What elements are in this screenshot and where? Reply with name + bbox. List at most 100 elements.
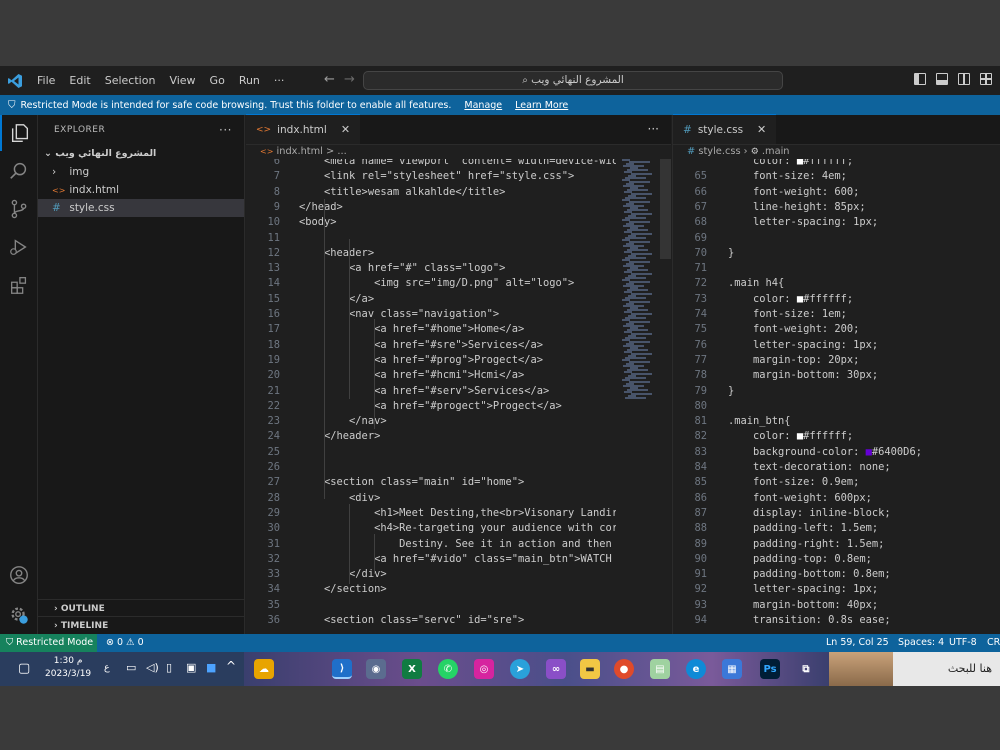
color-swatch[interactable]: ■ [797,293,803,305]
line-number: 86 [694,491,707,504]
shield-icon: ⛉ [6,637,14,648]
breadcrumb: <> indx.html > ... [246,145,671,159]
task-view-icon[interactable]: ⧉ [796,659,816,679]
menu-view[interactable]: View [162,66,202,95]
folder-root[interactable]: ⌄ المشروع النهائي ويب [38,145,244,163]
restricted-mode-status[interactable]: ⛉ Restricted Mode [0,634,97,652]
problems-status[interactable]: ⊗ 0 ⚠ 0 [106,634,144,652]
chevron-right-icon: › [743,146,748,157]
photoshop-icon[interactable]: Ps [760,659,780,679]
network-icon[interactable]: ▭ [126,661,136,674]
whatsapp-icon[interactable]: ✆ [438,659,458,679]
ms-store-icon[interactable]: ▦ [722,659,742,679]
eol-status[interactable]: CR [987,634,1000,652]
tab-indx-html[interactable]: <> indx.html ✕ [246,114,361,145]
tree-item-img[interactable]: › img [38,163,244,181]
taskbar-search-box[interactable]: هنا للبحث [829,652,1000,686]
cursor-position[interactable]: Ln 59, Col 25 [826,634,889,652]
editor-more-button[interactable]: ··· [648,115,659,143]
close-icon[interactable]: ✕ [757,115,766,145]
learn-more-link[interactable]: Learn More [515,100,568,111]
line-number: 79 [694,384,707,397]
chevron-right-icon: › [54,604,58,614]
widgets-icon[interactable]: ▣ [186,661,196,674]
clock[interactable]: 1:30 م 2023/3/19 [45,655,91,681]
color-swatch[interactable]: ■ [866,446,872,458]
breadcrumb-file[interactable]: indx.html [277,146,323,157]
search-text: المشروع النهائي ويب [531,74,624,86]
vscode-app-icon[interactable]: ⟩ [332,659,352,679]
scrollbar[interactable] [660,159,671,259]
code-line: letter-spacing: 1px; [728,583,879,596]
timeline-section[interactable]: › TIMELINE [38,616,245,634]
accounts-icon[interactable] [0,557,38,593]
html-file-icon: <> [52,186,66,195]
language-indicator[interactable]: ع [104,662,110,673]
encoding-status[interactable]: UTF-8 [949,634,977,652]
code-area[interactable]: color: ■#ffffff; 65 font-size: 4em; 66 fon… [673,159,1000,634]
source-control-icon[interactable] [0,191,38,227]
search-activity-icon[interactable] [0,153,38,189]
indent-guide [374,319,375,429]
code-line: </a> [299,292,375,305]
manage-gear-icon[interactable] [0,597,38,633]
code-line: letter-spacing: 1px; [728,338,879,351]
breadcrumb-symbol[interactable]: .main [762,146,790,157]
file-explorer-icon[interactable]: ▬ [580,659,600,679]
tree-item-style-css[interactable]: # style.css [38,199,244,217]
line-number: 85 [694,476,707,489]
extensions-icon[interactable] [0,267,38,303]
color-swatch[interactable]: ■ [797,430,803,442]
code-line: <a href="#progect">Progect</a> [299,399,562,412]
toggle-secondary-sidebar-icon[interactable] [958,73,970,85]
line-number: 34 [267,583,280,596]
breadcrumb-file[interactable]: style.css [698,146,740,157]
excel-icon[interactable]: X [402,659,422,679]
close-icon[interactable]: ✕ [341,115,350,145]
chrome-icon[interactable]: ● [614,659,634,679]
outline-section[interactable]: › OUTLINE [38,599,245,617]
volume-icon[interactable]: ◁) [146,661,159,674]
notes-icon[interactable]: ▤ [650,659,670,679]
command-center-search[interactable]: ⌕ المشروع النهائي ويب [363,71,783,90]
forward-arrow-icon[interactable]: → [338,72,361,87]
chat-icon[interactable]: ▢ [18,661,30,676]
color-swatch[interactable]: ■ [797,159,803,167]
game-app-icon[interactable]: ◉ [366,659,386,679]
menu-selection[interactable]: Selection [98,66,163,95]
code-line: <img src="img/D.png" alt="logo"> [299,277,575,290]
customize-layout-icon[interactable] [980,73,992,85]
minimap[interactable] [618,159,662,409]
menu-run[interactable]: Run [232,66,267,95]
run-debug-icon[interactable] [0,229,38,265]
visual-studio-icon[interactable]: ∞ [546,659,566,679]
line-number: 25 [267,445,280,458]
menu-more[interactable]: ··· [267,66,292,95]
telegram-icon[interactable]: ➤ [510,659,530,679]
battery-icon[interactable]: ▯ [166,661,172,674]
tab-style-css[interactable]: # style.css ✕ [673,114,777,145]
code-area[interactable]: 6 <meta name="viewport" content="width=d… [246,159,616,634]
menu-edit[interactable]: Edit [62,66,97,95]
toggle-sidebar-icon[interactable] [914,73,926,85]
toggle-panel-icon[interactable] [936,73,948,85]
code-line: color: ■#ffffff; [728,292,854,305]
manage-link[interactable]: Manage [464,100,502,111]
explorer-icon[interactable] [0,115,38,151]
menu-go[interactable]: Go [203,66,232,95]
breadcrumb-rest[interactable]: > ... [326,146,347,157]
line-number: 13 [267,262,280,275]
menu-file[interactable]: File [30,66,62,95]
code-line: padding-top: 0.8em; [728,552,872,565]
explorer-more-button[interactable]: ··· [219,115,232,145]
edge-icon[interactable]: e [686,659,706,679]
line-number: 15 [267,292,280,305]
line-number: 31 [267,537,280,550]
instagram-icon[interactable]: ◎ [474,659,494,679]
chevron-up-icon[interactable]: ^ [226,659,236,673]
tree-item-indx-html[interactable]: <> indx.html [38,181,244,199]
indentation-status[interactable]: Spaces: 4 [898,634,944,652]
store-icon[interactable]: ■ [206,661,216,674]
line-number: 22 [267,399,280,412]
weather-icon[interactable]: ☁ [254,659,274,679]
